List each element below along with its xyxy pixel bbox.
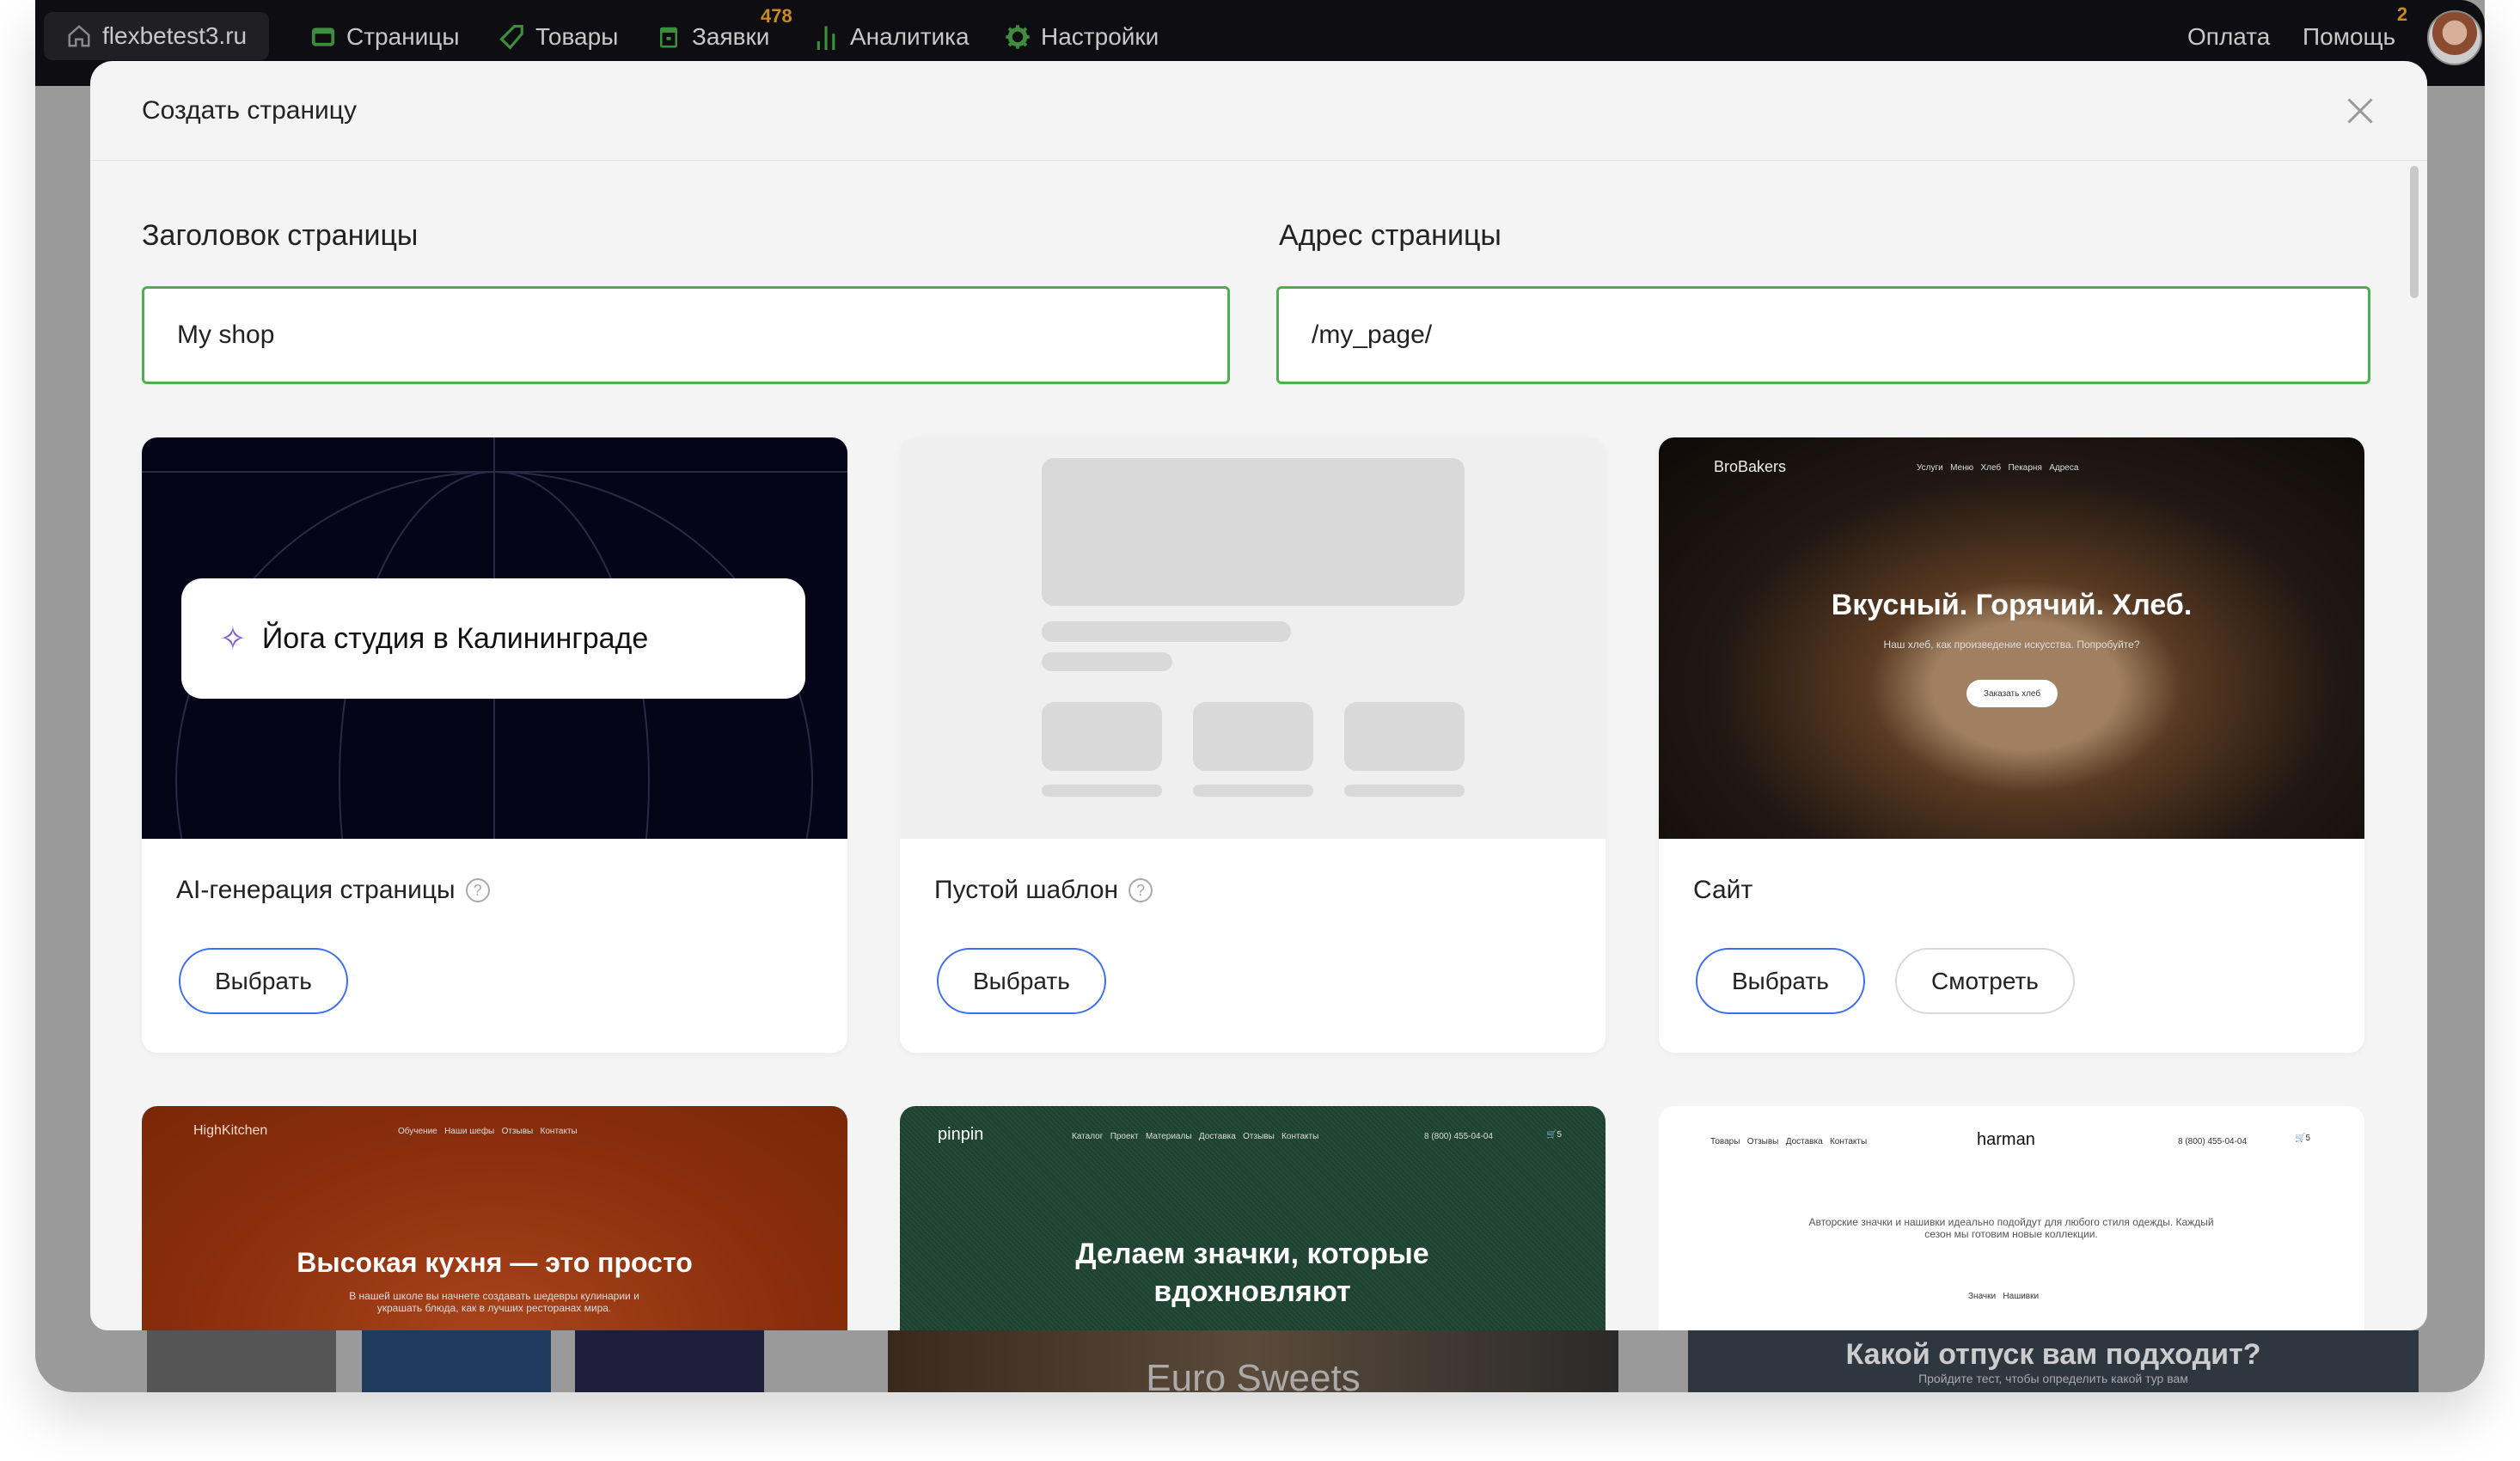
nav-label: Товары xyxy=(535,23,619,50)
create-page-modal: Создать страницу Заголовок страницы My s… xyxy=(90,61,2427,1330)
preview-phone: 8 (800) 455-04-04 xyxy=(2178,1137,2248,1146)
help-badge: 2 xyxy=(2396,3,2408,25)
preview-logo: harman xyxy=(1977,1130,2035,1149)
help-icon[interactable]: ? xyxy=(465,878,490,902)
preview-subtitle: Наш хлеб, как произведение искусства. По… xyxy=(1883,639,2140,651)
close-icon[interactable] xyxy=(2345,95,2376,126)
placeholder-block xyxy=(1042,702,1162,771)
card-title: AI-генерация страницы xyxy=(176,876,456,904)
nav-label: Аналитика xyxy=(850,23,969,50)
card-title: Пустой шаблон xyxy=(934,876,1119,904)
preview-phone: 8 (800) 455-04-04 xyxy=(1424,1132,1494,1141)
cart-count: 5 xyxy=(2305,1134,2311,1143)
preview-logo: BroBakers xyxy=(1714,458,1787,475)
bar-chart-icon xyxy=(817,26,835,50)
bg-thumb xyxy=(147,1330,336,1392)
bg-thumb: Euro Sweets xyxy=(888,1330,1618,1392)
requests-count-badge: 478 xyxy=(761,5,792,27)
scrollbar[interactable] xyxy=(2410,166,2419,298)
template-thumb-harman[interactable]: Товары Отзывы Доставка Контакты harman 8… xyxy=(1659,1106,2364,1330)
nav-label: Настройки xyxy=(1041,23,1159,50)
template-thumb-highkitchen[interactable]: HighKitchen Обучение Наши шефы Отзывы Ко… xyxy=(142,1106,847,1330)
modal-header: Создать страницу xyxy=(90,61,2427,161)
sparkle-icon: ✧ xyxy=(219,620,247,657)
site-name: flexbetest3.ru xyxy=(102,22,248,49)
browser-window-icon xyxy=(311,28,335,46)
placeholder-block xyxy=(1042,458,1465,606)
template-card-blank[interactable]: Пустой шаблон? Выбрать xyxy=(900,437,1606,1053)
preview-logo: pinpin xyxy=(938,1125,984,1144)
inbox-icon xyxy=(660,27,677,48)
placeholder-block xyxy=(1193,785,1313,797)
select-button[interactable]: Выбрать xyxy=(179,948,348,1014)
template-card-ai[interactable]: ✧ Йога студия в Калининграде AI-генераци… xyxy=(142,437,847,1053)
cart-icon: 🛒5 xyxy=(2295,1134,2311,1143)
help-icon[interactable]: ? xyxy=(1128,878,1153,902)
page-title-input[interactable]: My shop xyxy=(142,286,1230,384)
preview-menu: Товары Отзывы Доставка Контакты xyxy=(1710,1137,1868,1146)
placeholder-block xyxy=(1042,652,1172,671)
nav-products[interactable]: Товары xyxy=(499,14,618,60)
select-button[interactable]: Выбрать xyxy=(1696,948,1865,1014)
ai-prompt-box: ✧ Йога студия в Калининграде xyxy=(181,578,805,699)
placeholder-block xyxy=(1042,785,1162,797)
bg-thumb-title: Euro Sweets xyxy=(1146,1357,1361,1392)
preview-headline: Вкусный. Горячий. Хлеб. xyxy=(1831,589,2193,621)
preview-headline: Делаем значки, которые вдохновляют xyxy=(1075,1238,1429,1309)
site-switcher[interactable]: flexbetest3.ru xyxy=(44,12,270,60)
template-card-site[interactable]: BroBakers Услуги Меню Хлеб Пекарня Адрес… xyxy=(1659,437,2364,1053)
page-address-label: Адрес страницы xyxy=(1279,219,1502,252)
cart-count: 5 xyxy=(1557,1130,1563,1140)
nav-label: Оплата xyxy=(2187,23,2271,50)
bg-thumb xyxy=(575,1330,764,1392)
preview-headline: Высокая кухня — это просто xyxy=(297,1247,693,1278)
nav-label: Страницы xyxy=(346,23,460,50)
preview-subtitle: Авторские значки и нашивки идеально подо… xyxy=(1808,1216,2214,1240)
card-title: Сайт xyxy=(1693,876,1753,904)
modal-title: Создать страницу xyxy=(142,95,357,125)
nav-analytics[interactable]: Аналитика xyxy=(814,14,969,60)
nav-label: Помощь xyxy=(2303,23,2396,50)
select-button[interactable]: Выбрать xyxy=(937,948,1106,1014)
placeholder-block xyxy=(1344,702,1465,771)
tag-icon xyxy=(499,24,523,50)
template-thumb-pinpin[interactable]: pinpin Каталог Проект Материалы Доставка… xyxy=(900,1106,1606,1330)
cart-icon: 🛒5 xyxy=(1546,1130,1563,1140)
bg-thumb: Какой отпуск вам подходит? Пройдите тест,… xyxy=(1688,1330,2419,1392)
nav-pages[interactable]: Страницы xyxy=(310,14,459,60)
preview-cta: Заказать хлеб xyxy=(1966,680,2058,707)
placeholder-block xyxy=(1344,785,1465,797)
placeholder-block xyxy=(1042,621,1291,642)
nav-settings[interactable]: Настройки xyxy=(1005,14,1159,60)
preview-menu: Услуги Меню Хлеб Пекарня Адреса xyxy=(1917,463,2079,473)
nav-payment[interactable]: Оплата xyxy=(2187,14,2270,60)
bg-thumb-sub: Пройдите тест, чтобы определить какой ту… xyxy=(1918,1371,2188,1385)
preview-subtitle: В нашей школе вы начнете создавать шедев… xyxy=(349,1290,639,1314)
gear-icon xyxy=(1006,25,1030,49)
view-button[interactable]: Смотреть xyxy=(1895,948,2075,1014)
user-avatar[interactable] xyxy=(2427,10,2482,65)
bg-thumb-title: Какой отпуск вам подходит? xyxy=(1845,1337,2261,1371)
home-icon xyxy=(68,25,90,47)
blank-preview xyxy=(900,437,1606,839)
placeholder-block xyxy=(1193,702,1313,771)
preview-tabs: Значки Нашивки xyxy=(1968,1292,2040,1301)
ai-prompt-text: Йога студия в Калининграде xyxy=(261,621,649,655)
page-address-input[interactable]: /my_page/ xyxy=(1276,286,2370,384)
nav-label: Заявки xyxy=(692,23,770,50)
preview-menu: Обучение Наши шефы Отзывы Контакты xyxy=(398,1127,578,1136)
ai-preview: ✧ Йога студия в Калининграде xyxy=(142,437,847,839)
brobakers-preview: BroBakers Услуги Меню Хлеб Пекарня Адрес… xyxy=(1659,437,2364,839)
bg-thumb xyxy=(362,1330,551,1392)
nav-help[interactable]: Помощь 2 xyxy=(2303,3,2407,60)
page-title-label: Заголовок страницы xyxy=(142,219,419,252)
preview-logo: HighKitchen xyxy=(193,1123,268,1138)
nav-requests[interactable]: Заявки 478 xyxy=(656,5,792,60)
preview-menu: Каталог Проект Материалы Доставка Отзывы… xyxy=(1072,1132,1319,1141)
